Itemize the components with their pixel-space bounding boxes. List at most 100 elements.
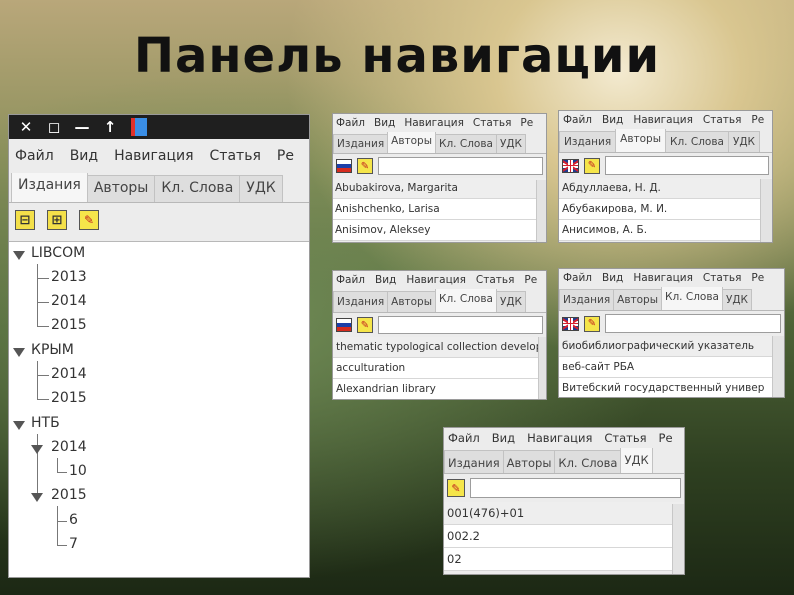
tab-authors[interactable]: Авторы xyxy=(502,450,556,473)
menu-navigation[interactable]: Навигация xyxy=(406,274,466,286)
expand-all-icon[interactable]: ⊞ xyxy=(47,210,67,230)
tree-node-ntb-2015[interactable]: 2015 xyxy=(51,487,87,503)
tab-udk[interactable]: УДК xyxy=(721,289,753,310)
tab-keywords[interactable]: Кл. Слова xyxy=(665,131,729,152)
search-input[interactable] xyxy=(378,157,543,175)
tab-editions[interactable]: Издания xyxy=(333,134,389,153)
tree-expand-arrow[interactable] xyxy=(31,493,43,502)
tab-udk[interactable]: УДК xyxy=(495,134,527,153)
tab-authors[interactable]: Авторы xyxy=(613,289,663,310)
tree-node-libcom-2014[interactable]: 2014 xyxy=(51,293,87,309)
menu-overflow[interactable]: Ре xyxy=(659,431,673,445)
menu-article[interactable]: Статья xyxy=(604,431,646,445)
collapse-all-icon[interactable]: ⊟ xyxy=(15,210,35,230)
tab-authors[interactable]: Авторы xyxy=(387,291,437,312)
menu-file[interactable]: Файл xyxy=(563,114,592,126)
scrollbar[interactable] xyxy=(760,179,772,242)
menu-article[interactable]: Статья xyxy=(473,117,512,129)
menu-navigation[interactable]: Навигация xyxy=(527,431,592,445)
tab-keywords[interactable]: Кл. Слова xyxy=(435,289,497,312)
maximize-icon[interactable]: ◻ xyxy=(47,118,61,136)
menu-view[interactable]: Вид xyxy=(374,117,395,129)
list-item[interactable]: Абдуллаева, Н. Д. xyxy=(559,178,772,199)
list-item[interactable]: Abubakirova, Margarita xyxy=(333,178,546,199)
tree-node-ntb[interactable]: НТБ xyxy=(31,415,60,431)
tree-node-ntb-2015-6[interactable]: 6 xyxy=(69,512,78,528)
menu-article[interactable]: Статья xyxy=(210,148,261,164)
tree-node-ntb-2014-10[interactable]: 10 xyxy=(69,463,87,479)
minimize-icon[interactable]: — xyxy=(75,118,90,136)
menu-file[interactable]: Файл xyxy=(15,148,54,164)
tree-node-libcom-2013[interactable]: 2013 xyxy=(51,269,87,285)
tab-authors[interactable]: Авторы xyxy=(615,129,667,152)
menu-navigation[interactable]: Навигация xyxy=(633,272,693,284)
menu-overflow[interactable]: Ре xyxy=(520,117,533,129)
tree-node-ntb-2014[interactable]: 2014 xyxy=(51,439,87,455)
scrollbar[interactable] xyxy=(672,504,684,574)
tree-expand-arrow[interactable] xyxy=(13,251,25,260)
tab-keywords[interactable]: Кл. Слова xyxy=(435,134,497,153)
menu-overflow[interactable]: Ре xyxy=(524,274,537,286)
edit-pencil-icon[interactable]: ✎ xyxy=(447,479,465,497)
tab-keywords[interactable]: Кл. Слова xyxy=(661,287,723,310)
list-item[interactable]: 001(476)+01 xyxy=(444,502,684,525)
menu-navigation[interactable]: Навигация xyxy=(633,114,693,126)
menu-view[interactable]: Вид xyxy=(492,431,515,445)
ru-flag-icon[interactable] xyxy=(336,159,352,173)
menu-article[interactable]: Статья xyxy=(703,114,742,126)
scrollbar[interactable] xyxy=(536,180,546,242)
search-input[interactable] xyxy=(378,316,543,334)
list-item[interactable]: Alexandrian library xyxy=(333,379,546,399)
scrollbar[interactable] xyxy=(538,337,546,399)
tab-editions[interactable]: Издания xyxy=(559,131,617,152)
list-item[interactable]: биобиблиографический указатель xyxy=(559,336,784,357)
uk-flag-icon[interactable] xyxy=(562,158,579,173)
tab-editions[interactable]: Издания xyxy=(559,289,615,310)
tab-authors[interactable]: Авторы xyxy=(86,175,156,202)
menu-overflow[interactable]: Ре xyxy=(751,114,764,126)
list-item[interactable]: Витебский государственный универ xyxy=(559,378,784,397)
uk-flag-icon[interactable] xyxy=(562,316,579,331)
menu-article[interactable]: Статья xyxy=(476,274,515,286)
menu-file[interactable]: Файл xyxy=(448,431,480,445)
tree-node-libcom[interactable]: LIBCOM xyxy=(31,245,85,261)
tab-editions[interactable]: Издания xyxy=(11,173,88,202)
list-item[interactable]: веб-сайт РБА xyxy=(559,357,784,378)
list-item[interactable]: Anisimov, Aleksey xyxy=(333,220,546,241)
tab-editions[interactable]: Издания xyxy=(444,450,504,473)
menu-navigation[interactable]: Навигация xyxy=(114,148,193,164)
tab-editions[interactable]: Издания xyxy=(333,291,389,312)
menu-file[interactable]: Файл xyxy=(563,272,592,284)
menu-view[interactable]: Вид xyxy=(602,272,623,284)
menu-view[interactable]: Вид xyxy=(70,148,98,164)
tab-udk[interactable]: УДК xyxy=(239,175,283,202)
list-item[interactable]: Anishchenko, Larisa xyxy=(333,199,546,220)
menu-file[interactable]: Файл xyxy=(336,117,365,129)
edit-pencil-icon[interactable]: ✎ xyxy=(79,210,99,230)
edit-pencil-icon[interactable]: ✎ xyxy=(584,315,600,332)
edit-pencil-icon[interactable]: ✎ xyxy=(357,158,373,174)
menu-article[interactable]: Статья xyxy=(703,272,742,284)
tree-node-krym-2014[interactable]: 2014 xyxy=(51,366,87,382)
menu-navigation[interactable]: Навигация xyxy=(404,117,464,129)
edit-pencil-icon[interactable]: ✎ xyxy=(357,317,373,333)
tree-expand-arrow[interactable] xyxy=(13,348,25,357)
menu-view[interactable]: Вид xyxy=(375,274,396,286)
tab-udk[interactable]: УДК xyxy=(620,448,653,473)
edit-pencil-icon[interactable]: ✎ xyxy=(584,157,600,174)
search-input[interactable] xyxy=(605,314,781,333)
menu-view[interactable]: Вид xyxy=(602,114,623,126)
menu-file[interactable]: Файл xyxy=(336,274,365,286)
list-item[interactable]: 02 xyxy=(444,548,684,571)
tree-node-ntb-2015-7[interactable]: 7 xyxy=(69,536,78,552)
tree-expand-arrow[interactable] xyxy=(31,445,43,454)
search-input[interactable] xyxy=(605,156,769,175)
menu-overflow[interactable]: Ре xyxy=(751,272,764,284)
list-item[interactable]: acculturation xyxy=(333,358,546,379)
tab-keywords[interactable]: Кл. Слова xyxy=(554,450,622,473)
up-arrow-icon[interactable]: ↑ xyxy=(103,118,117,136)
list-item[interactable]: 002.2 xyxy=(444,525,684,548)
ru-flag-icon[interactable] xyxy=(336,318,352,332)
tree-node-libcom-2015[interactable]: 2015 xyxy=(51,317,87,333)
tree-node-krym-2015[interactable]: 2015 xyxy=(51,390,87,406)
